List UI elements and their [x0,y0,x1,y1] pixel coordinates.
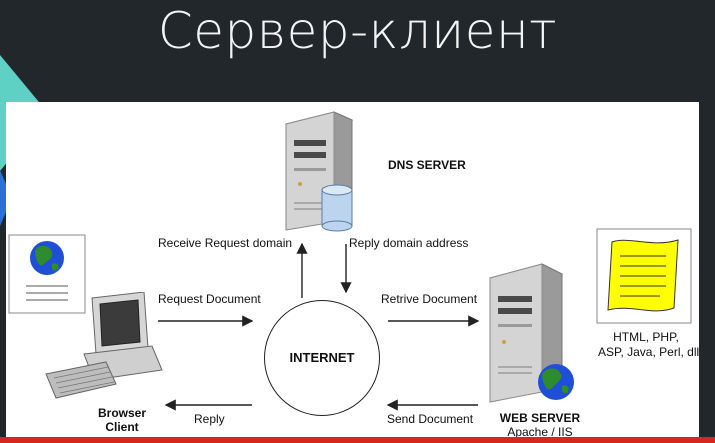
diagram-panel: DNS SERVER Receive Request domain Reply … [6,102,699,438]
internet-cloud: INTERNET [264,300,380,416]
client-computer-icon [45,292,163,399]
code-document-icon [596,228,692,324]
retrive-document-label: Retrive Document [381,292,478,306]
browser-client-line-2: Client [105,420,139,434]
slide-title: Сервер-клиент [157,2,558,60]
internet-label: INTERNET [289,350,355,365]
progress-bar-accent [0,437,715,443]
browser-client-line-1: Browser [97,406,147,420]
request-document-label: Request Document [158,292,261,306]
dns-server-icon [284,111,354,232]
send-document-label: Send Document [387,412,474,426]
tech-line-1: HTML, PHP, [613,330,679,344]
dns-server-label: DNS SERVER [388,158,466,172]
tech-line-2: ASP, Java, Perl, dll [598,345,699,359]
reply-label: Reply [194,412,225,426]
receive-request-domain-label: Receive Request domain [158,236,293,250]
web-server-label: WEB SERVER [499,411,581,425]
web-server-icon [488,263,574,403]
reply-domain-address-label: Reply domain address [349,236,469,250]
